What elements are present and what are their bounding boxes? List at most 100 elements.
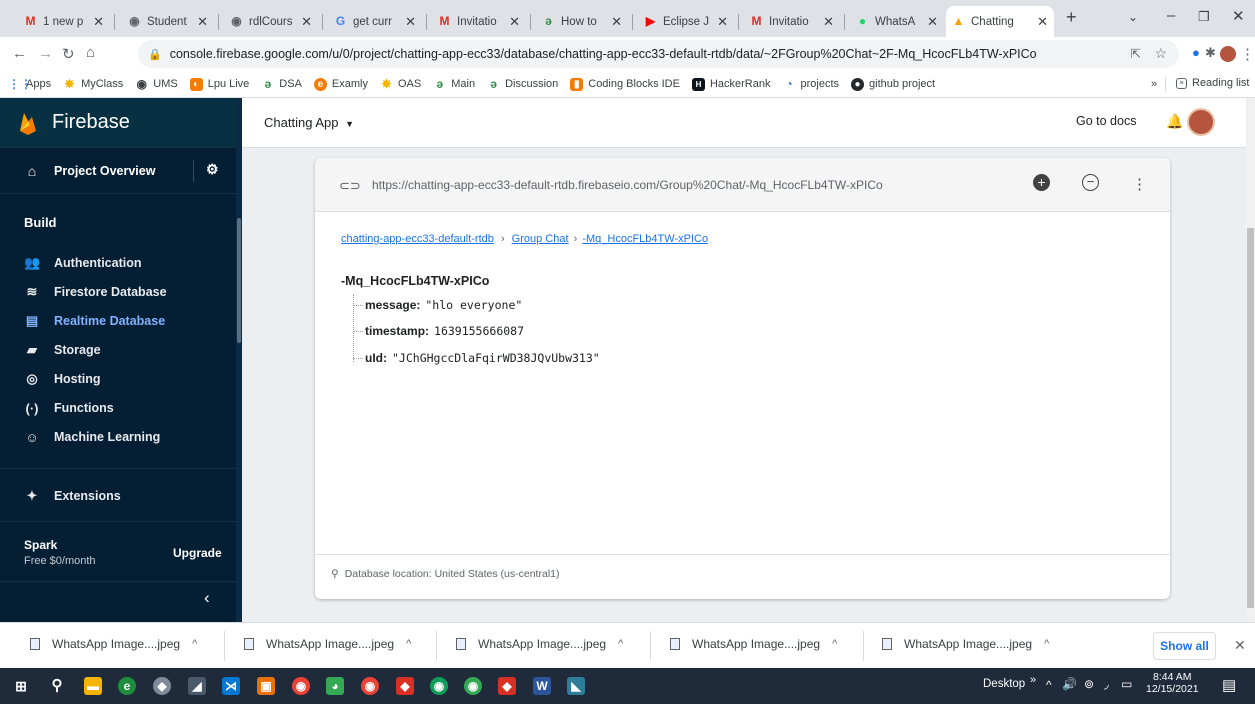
reload-icon[interactable]: ↻ (62, 45, 75, 63)
bookmark-ums[interactable]: ◉ UMS (135, 77, 178, 91)
tab-active[interactable]: ▲ Chatting ✕ (946, 6, 1054, 37)
close-icon[interactable]: ✕ (405, 14, 416, 30)
wifi-icon[interactable]: ◞ (1104, 677, 1109, 691)
chrome-icon[interactable]: ◉ (464, 677, 482, 695)
puzzle-icon[interactable]: ✱ (1205, 45, 1216, 61)
chevron-up-icon[interactable]: ^ (832, 638, 837, 650)
address-bar[interactable]: 🔒 console.firebase.google.com/u/0/projec… (138, 40, 1179, 68)
more-options-icon[interactable]: ⋮ (1132, 175, 1147, 193)
back-icon[interactable]: ← (12, 45, 27, 62)
breadcrumb-node[interactable]: -Mq_HcocFLb4TW-xPICo (582, 233, 708, 245)
app-icon[interactable]: ◕ (326, 677, 344, 695)
bookmark-lpu-live[interactable]: ◐ Lpu Live (189, 77, 249, 91)
bookmark-projects[interactable]: ◔ projects (783, 77, 839, 91)
minimize-icon[interactable]: – (1167, 7, 1175, 24)
new-tab-icon[interactable]: + (1066, 7, 1077, 28)
sidebar-item-authentication[interactable]: 👥 Authentication (0, 249, 236, 277)
close-icon[interactable]: ✕ (301, 14, 312, 30)
app-icon[interactable]: ◆ (396, 677, 414, 695)
download-item[interactable]: WhatsApp Image....jpeg ^ (670, 637, 837, 651)
app-icon[interactable]: ◆ (153, 677, 171, 695)
tab-8[interactable]: M Invitatio ✕ (744, 6, 840, 37)
file-explorer-icon[interactable]: ▬ (84, 677, 102, 695)
download-item[interactable]: WhatsApp Image....jpeg ^ (882, 637, 1049, 651)
remove-node-icon[interactable]: − (1082, 174, 1099, 191)
chrome-icon[interactable]: ◉ (361, 677, 379, 695)
chrome-icon[interactable]: ◉ (292, 677, 310, 695)
sidebar-item-realtime-database[interactable]: ▤ Realtime Database (0, 307, 236, 335)
bookmark-star-icon[interactable]: ☆ (1154, 45, 1167, 62)
app-icon[interactable]: ▣ (257, 677, 275, 695)
photos-icon[interactable]: ◣ (567, 677, 585, 695)
sidebar-scroll-thumb[interactable] (237, 218, 241, 343)
download-item[interactable]: WhatsApp Image....jpeg ^ (244, 637, 411, 651)
more-bookmarks-icon[interactable]: » (1151, 78, 1157, 90)
menu-dots-icon[interactable]: ⋮ (1240, 45, 1255, 63)
database-ref-url[interactable]: https://chatting-app-ecc33-default-rtdb.… (372, 178, 883, 192)
sidebar-item-extensions[interactable]: ✦ Extensions (0, 482, 236, 510)
close-icon[interactable]: ✕ (823, 14, 834, 30)
page-scrollbar[interactable] (1246, 98, 1255, 622)
firebase-header[interactable]: Firebase (0, 98, 242, 148)
notifications-bell-icon[interactable]: 🔔 (1166, 113, 1183, 130)
word-icon[interactable]: W (533, 677, 551, 695)
bookmark-dsa[interactable]: ə DSA (261, 77, 301, 91)
node-key[interactable]: -Mq_HcocFLb4TW-xPICo (341, 274, 489, 288)
close-icon[interactable]: ✕ (509, 14, 520, 30)
close-icon[interactable]: ✕ (927, 14, 938, 30)
bookmark-apps[interactable]: ⋮⋮ Apps (8, 77, 51, 91)
more-icon[interactable]: » (1030, 674, 1036, 686)
desktop-toolbar-label[interactable]: Desktop (983, 678, 1025, 690)
reading-list-button[interactable]: ≡ Reading list (1176, 77, 1249, 89)
tab-7[interactable]: ▶ Eclipse J ✕ (638, 6, 734, 37)
home-icon[interactable]: ⌂ (86, 44, 95, 61)
bookmark-coding-blocks[interactable]: ▮ Coding Blocks IDE (570, 77, 680, 91)
tab-3[interactable]: ◉ rdlCours ✕ (224, 6, 318, 37)
close-icon[interactable]: ✕ (197, 14, 208, 30)
window-close-icon[interactable]: ✕ (1232, 7, 1245, 25)
app-icon[interactable]: ◢ (188, 677, 206, 695)
bookmark-oas[interactable]: ✸ OAS (380, 77, 421, 91)
extension-icon[interactable]: ● (1192, 45, 1200, 60)
bookmark-github[interactable]: ● github project (851, 77, 935, 91)
forward-icon[interactable]: → (38, 45, 53, 62)
notification-center-icon[interactable]: ▤ (1222, 676, 1236, 694)
sidebar-item-firestore[interactable]: ≋ Firestore Database (0, 278, 236, 306)
project-selector[interactable]: Chatting App ▼ (264, 115, 354, 130)
chevron-up-icon[interactable]: ^ (1044, 638, 1049, 650)
share-icon[interactable]: ⇱ (1131, 46, 1141, 61)
bookmark-discussion[interactable]: ə Discussion (487, 77, 558, 91)
field-message[interactable]: message: "hlo everyone" (353, 298, 522, 312)
sidebar-item-hosting[interactable]: ◎ Hosting (0, 365, 236, 393)
field-uid[interactable]: uId: "JChGHgccDlaFqirWD38JQvUbw313" (353, 351, 600, 365)
download-item[interactable]: WhatsApp Image....jpeg ^ (456, 637, 623, 651)
bookmark-hackerrank[interactable]: H HackerRank (691, 77, 771, 91)
chevron-up-icon[interactable]: ^ (406, 638, 411, 650)
go-to-docs-link[interactable]: Go to docs (1076, 114, 1136, 128)
tray-chevron-icon[interactable]: ^ (1046, 678, 1052, 692)
search-icon[interactable]: ⚲ (48, 677, 66, 695)
close-icon[interactable]: ✕ (93, 14, 104, 30)
restore-icon[interactable]: ❐ (1198, 9, 1210, 25)
edge-icon[interactable]: e (118, 677, 136, 695)
bookmark-main[interactable]: ə Main (433, 77, 475, 91)
show-all-button[interactable]: Show all (1153, 632, 1216, 660)
download-item[interactable]: WhatsApp Image....jpeg ^ (30, 637, 197, 651)
sidebar-item-machine-learning[interactable]: ☺ Machine Learning (0, 423, 236, 451)
close-icon[interactable]: ✕ (717, 14, 728, 30)
collapse-chevron-icon[interactable]: ‹ (204, 588, 210, 608)
close-icon[interactable]: ✕ (1037, 14, 1048, 30)
tab-9[interactable]: ● WhatsA ✕ (850, 6, 944, 37)
tab-2[interactable]: ◉ Student ✕ (122, 6, 214, 37)
windows-start-icon[interactable]: ⊞ (12, 677, 30, 695)
upgrade-button[interactable]: Upgrade (173, 546, 222, 560)
tab-5[interactable]: M Invitatio ✕ (432, 6, 526, 37)
volume-icon[interactable]: 🔊 (1062, 677, 1077, 691)
project-overview[interactable]: ⌂ Project Overview ⚙ (0, 148, 236, 194)
tab-search-icon[interactable]: ⌄ (1128, 10, 1138, 24)
clock[interactable]: 8:44 AM 12/15/2021 (1146, 671, 1199, 695)
battery-icon[interactable]: ▭ (1121, 677, 1132, 691)
close-icon[interactable]: ✕ (611, 14, 622, 30)
close-downloads-icon[interactable]: ✕ (1234, 637, 1246, 654)
vscode-icon[interactable]: ⋊ (222, 677, 240, 695)
